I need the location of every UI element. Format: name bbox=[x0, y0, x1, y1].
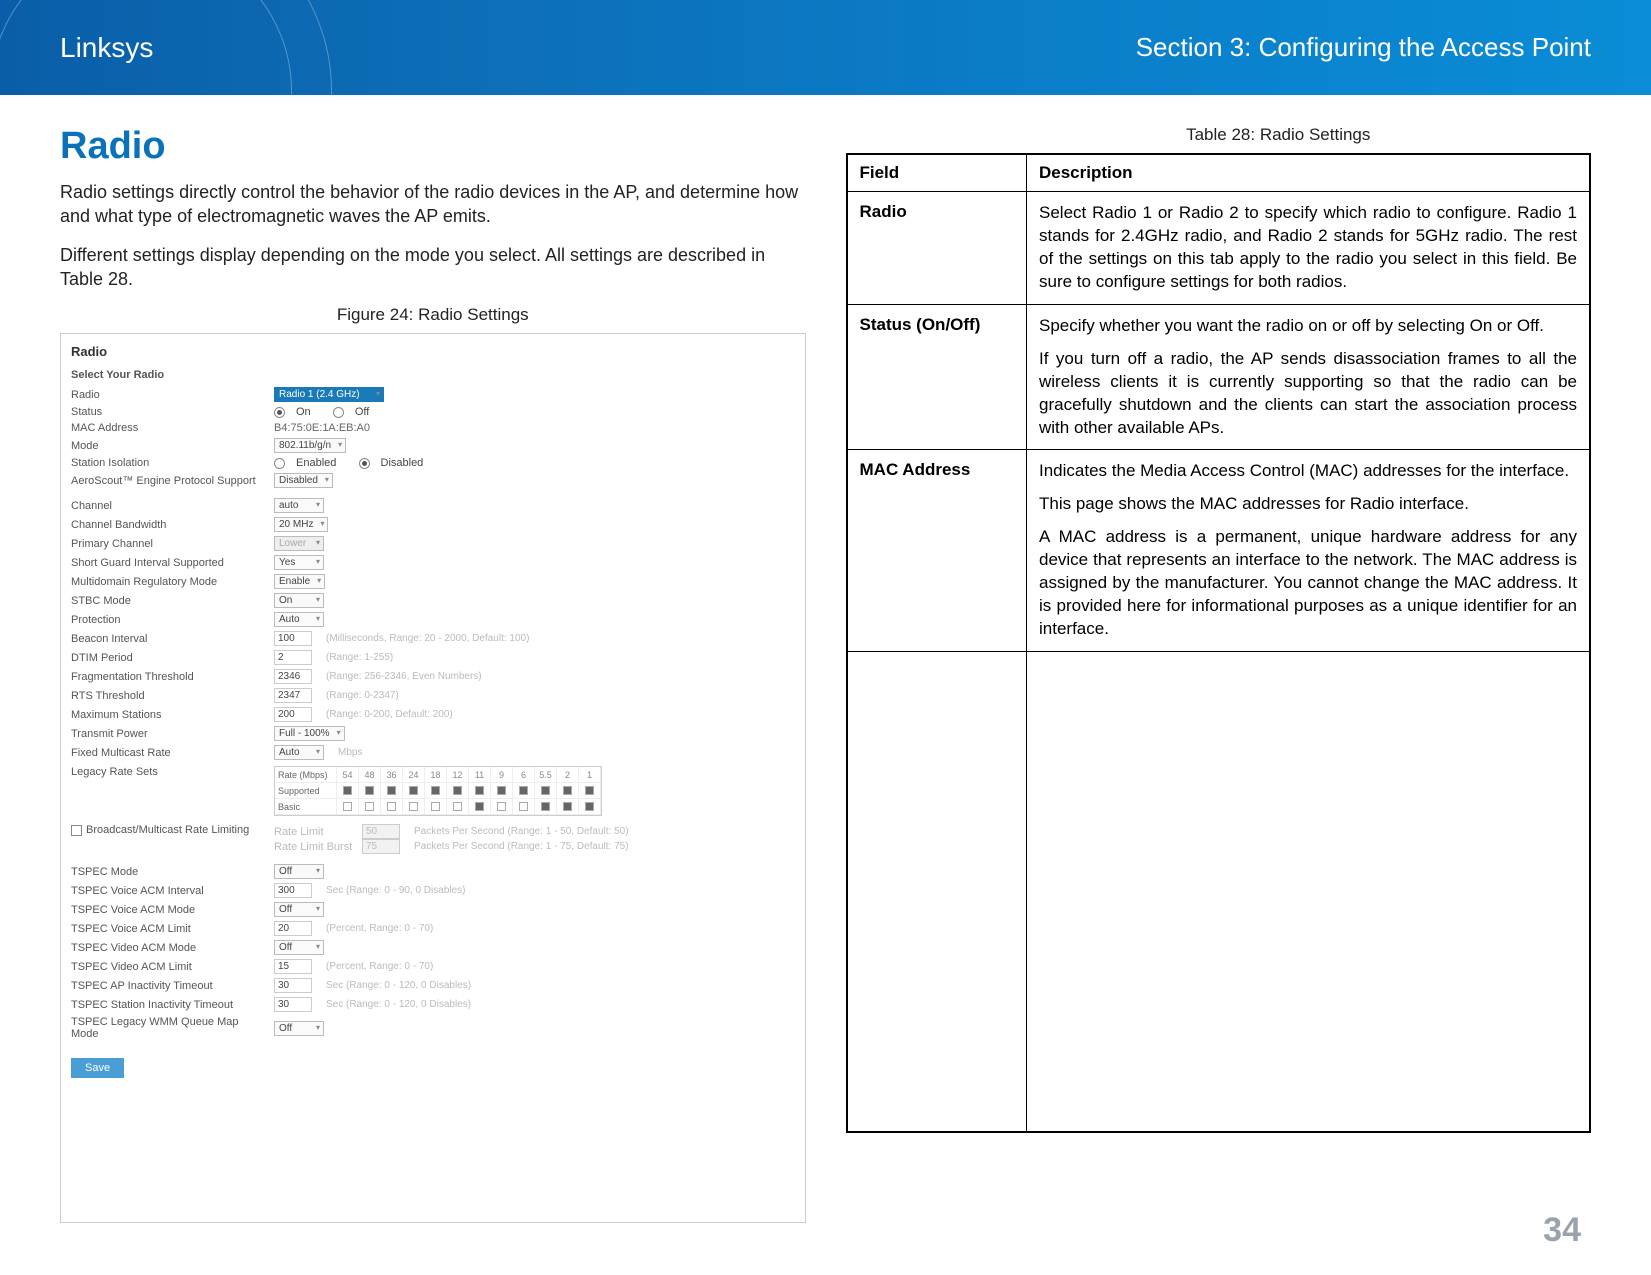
ss-tspec-ap-timeout-input[interactable]: 30 bbox=[274, 978, 312, 993]
ss-rate-basic-check[interactable] bbox=[343, 802, 352, 811]
left-column: Radio Radio settings directly control th… bbox=[60, 125, 806, 1223]
table-row: Radio Select Radio 1 or Radio 2 to speci… bbox=[847, 192, 1591, 305]
ss-aeroscout-select[interactable]: Disabled bbox=[274, 473, 333, 488]
ss-legacy-rates-table: Rate (Mbps)54483624181211965.521 Support… bbox=[274, 766, 602, 816]
ss-multicast-rate-select[interactable]: Auto bbox=[274, 745, 324, 760]
ss-legacy-rates-label: Legacy Rate Sets bbox=[71, 766, 266, 778]
ss-beacon-label: Beacon Interval bbox=[71, 633, 266, 645]
header-arcs-decor bbox=[0, 0, 350, 95]
ss-primary-channel-select[interactable]: Lower bbox=[274, 536, 324, 551]
ss-rts-label: RTS Threshold bbox=[71, 690, 266, 702]
ss-maxstations-label: Maximum Stations bbox=[71, 709, 266, 721]
ss-mac-label: MAC Address bbox=[71, 422, 266, 434]
ss-beacon-input[interactable]: 100 bbox=[274, 631, 312, 646]
ss-channel-label: Channel bbox=[71, 500, 266, 512]
ss-multicast-rate-label: Fixed Multicast Rate bbox=[71, 747, 266, 759]
ss-sgi-select[interactable]: Yes bbox=[274, 555, 324, 570]
ss-txpower-label: Transmit Power bbox=[71, 728, 266, 740]
ss-radio-label: Radio bbox=[71, 389, 266, 401]
ss-tspec-label: TSPEC Mode bbox=[71, 866, 266, 878]
ss-tspec-station-timeout-input[interactable]: 30 bbox=[274, 997, 312, 1012]
ss-mdreg-label: Multidomain Regulatory Mode bbox=[71, 576, 266, 588]
ss-bandwidth-label: Channel Bandwidth bbox=[71, 519, 266, 531]
intro-paragraph-2: Different settings display depending on … bbox=[60, 243, 806, 292]
ss-tspec-ap-timeout-label: TSPEC AP Inactivity Timeout bbox=[71, 980, 266, 992]
ss-tspec-video-acm-label: TSPEC Video ACM Mode bbox=[71, 942, 266, 954]
ss-mode-select[interactable]: 802.11b/g/n bbox=[274, 438, 346, 453]
ss-bml-label: Broadcast/Multicast Rate Limiting bbox=[71, 824, 266, 836]
ss-frag-input[interactable]: 2346 bbox=[274, 669, 312, 684]
table-header-row: Field Description bbox=[847, 154, 1591, 192]
ss-bandwidth-select[interactable]: 20 MHz bbox=[274, 517, 328, 532]
table-row: MAC Address Indicates the Media Access C… bbox=[847, 450, 1591, 652]
field-status: Status (On/Off) bbox=[847, 304, 1027, 450]
ss-tspec-video-acmlimit-input[interactable]: 15 bbox=[274, 959, 312, 974]
ss-dtim-input[interactable]: 2 bbox=[274, 650, 312, 665]
page-number: 34 bbox=[1543, 1211, 1581, 1250]
ss-txpower-select[interactable]: Full - 100% bbox=[274, 726, 345, 741]
ss-stbc-label: STBC Mode bbox=[71, 595, 266, 607]
table-caption: Table 28: Radio Settings bbox=[966, 125, 1592, 145]
desc-mac: Indicates the Media Access Control (MAC)… bbox=[1027, 450, 1591, 652]
ss-maxstations-input[interactable]: 200 bbox=[274, 707, 312, 722]
intro-paragraph-1: Radio settings directly control the beha… bbox=[60, 180, 806, 229]
ss-primary-channel-label: Primary Channel bbox=[71, 538, 266, 550]
field-mac: MAC Address bbox=[847, 450, 1027, 652]
ss-aeroscout-label: AeroScout™ Engine Protocol Support bbox=[71, 475, 266, 487]
ss-radio-select[interactable]: Radio 1 (2.4 GHz) bbox=[274, 387, 384, 402]
ss-protection-label: Protection bbox=[71, 614, 266, 626]
table-row: Status (On/Off) Specify whether you want… bbox=[847, 304, 1591, 450]
desc-status: Specify whether you want the radio on or… bbox=[1027, 304, 1591, 450]
figure-radio-settings: Radio Select Your Radio Radio Radio 1 (2.… bbox=[60, 333, 806, 1223]
th-field: Field bbox=[847, 154, 1027, 192]
ss-mode-label: Mode bbox=[71, 440, 266, 452]
ss-channel-select[interactable]: auto bbox=[274, 498, 324, 513]
ss-tspec-station-timeout-label: TSPEC Station Inactivity Timeout bbox=[71, 999, 266, 1011]
ss-status-label: Status bbox=[71, 406, 266, 418]
save-button[interactable]: Save bbox=[71, 1058, 124, 1078]
section-title: Section 3: Configuring the Access Point bbox=[1136, 32, 1591, 63]
ss-tspec-voice-acm-label: TSPEC Voice ACM Mode bbox=[71, 904, 266, 916]
ss-tspec-voice-acm-select[interactable]: Off bbox=[274, 902, 324, 917]
ss-rate-limit-burst-input[interactable]: 75 bbox=[362, 839, 400, 854]
right-column: Table 28: Radio Settings Field Descripti… bbox=[846, 125, 1592, 1223]
ss-tspec-select[interactable]: Off bbox=[274, 864, 324, 879]
ss-stbc-select[interactable]: On bbox=[274, 593, 324, 608]
ss-rts-input[interactable]: 2347 bbox=[274, 688, 312, 703]
ss-isolation-label: Station Isolation bbox=[71, 457, 266, 469]
ss-tspec-legacy-wmm-label: TSPEC Legacy WMM Queue Map Mode bbox=[71, 1016, 266, 1040]
ss-bml-check[interactable] bbox=[71, 825, 82, 836]
ss-subheading: Select Your Radio bbox=[71, 369, 795, 381]
ss-tspec-voice-acmlimit-input[interactable]: 20 bbox=[274, 921, 312, 936]
ss-rate-limit-input[interactable]: 50 bbox=[362, 824, 400, 839]
ss-tspec-voice-interval-input[interactable]: 300 bbox=[274, 883, 312, 898]
ss-isolation-enabled[interactable] bbox=[274, 458, 285, 469]
ss-tspec-voice-acmlimit-label: TSPEC Voice ACM Limit bbox=[71, 923, 266, 935]
ss-tspec-video-acm-select[interactable]: Off bbox=[274, 940, 324, 955]
ss-status-on-radio[interactable] bbox=[274, 407, 285, 418]
field-radio: Radio bbox=[847, 192, 1027, 305]
ss-mac-value: B4:75:0E:1A:EB:A0 bbox=[274, 422, 370, 434]
page-heading: Radio bbox=[60, 125, 806, 168]
table-row-empty bbox=[847, 652, 1591, 1132]
ss-frag-label: Fragmentation Threshold bbox=[71, 671, 266, 683]
ss-mdreg-select[interactable]: Enable bbox=[274, 574, 325, 589]
figure-caption: Figure 24: Radio Settings bbox=[60, 305, 806, 325]
ss-protection-select[interactable]: Auto bbox=[274, 612, 324, 627]
brand: Linksys bbox=[60, 32, 153, 64]
ss-tspec-voice-interval-label: TSPEC Voice ACM Interval bbox=[71, 885, 266, 897]
desc-radio: Select Radio 1 or Radio 2 to specify whi… bbox=[1027, 192, 1591, 305]
ss-rate-supported-check[interactable] bbox=[343, 786, 352, 795]
ss-tspec-legacy-wmm-select[interactable]: Off bbox=[274, 1021, 324, 1036]
page-header: Linksys Section 3: Configuring the Acces… bbox=[0, 0, 1651, 95]
th-description: Description bbox=[1027, 154, 1591, 192]
ss-dtim-label: DTIM Period bbox=[71, 652, 266, 664]
radio-settings-table: Field Description Radio Select Radio 1 o… bbox=[846, 153, 1592, 1133]
ss-isolation-disabled[interactable] bbox=[359, 458, 370, 469]
ss-sgi-label: Short Guard Interval Supported bbox=[71, 557, 266, 569]
ss-status-off-radio[interactable] bbox=[333, 407, 344, 418]
ss-tspec-video-acmlimit-label: TSPEC Video ACM Limit bbox=[71, 961, 266, 973]
ss-heading: Radio bbox=[71, 344, 795, 359]
